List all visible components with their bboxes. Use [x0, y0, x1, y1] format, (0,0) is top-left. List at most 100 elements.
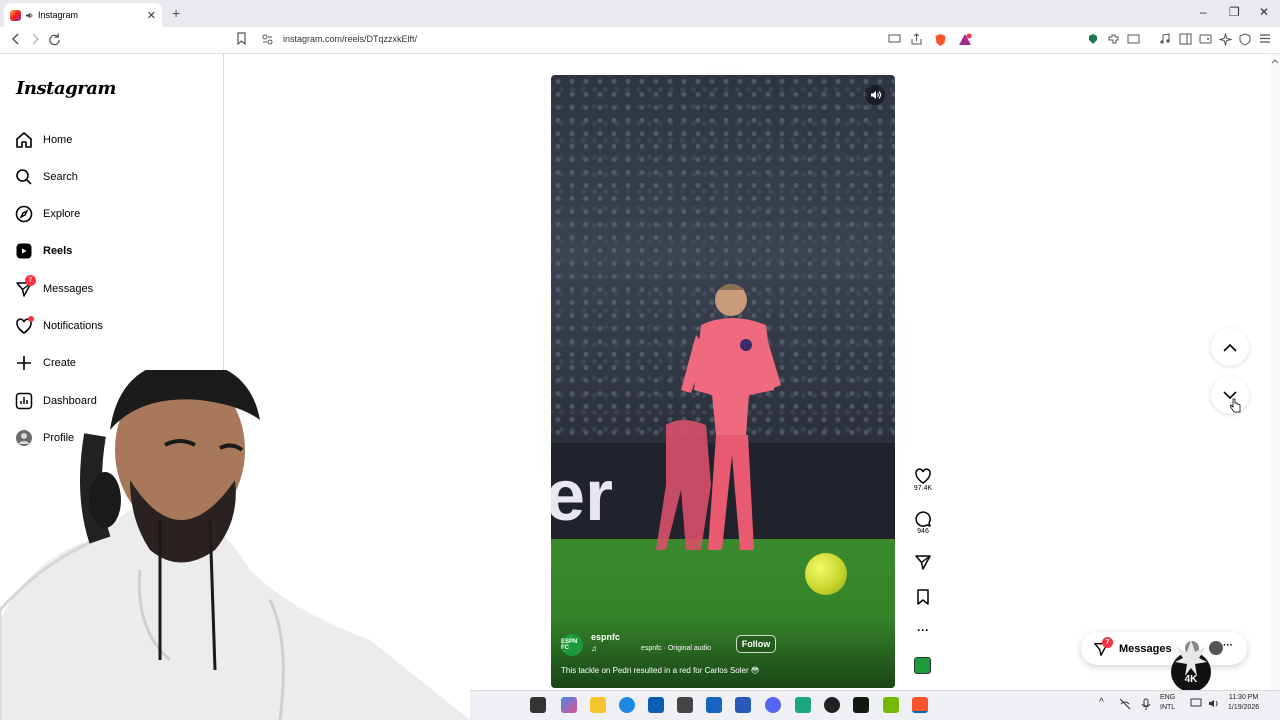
menu-icon[interactable] [1259, 33, 1273, 47]
sidebar-item-home[interactable]: Home [15, 129, 72, 151]
taskview-icon[interactable] [530, 697, 546, 713]
site-settings-icon[interactable] [262, 34, 273, 45]
back-icon[interactable] [10, 32, 22, 46]
sidebar-item-label: Notifications [43, 320, 103, 332]
reel-overlay-gradient [551, 618, 895, 688]
sidebar-item-label: Messages [43, 283, 94, 295]
obs-icon[interactable] [824, 697, 840, 713]
ad-board-text: er [551, 456, 614, 536]
language-indicator[interactable]: ENG INTL [1160, 693, 1175, 713]
sidebar-item-label: Create [43, 357, 77, 369]
more-options-icon[interactable]: ··· [912, 623, 934, 637]
follow-button[interactable]: Follow [736, 635, 776, 653]
bookmark-icon[interactable] [236, 32, 247, 45]
brave-taskbar-icon[interactable] [912, 697, 928, 713]
sidebar-item-reels[interactable]: Reels [15, 240, 72, 262]
comment-button[interactable]: 946 [912, 510, 934, 535]
reel-video[interactable]: er ESPN FC espnfc ♫ espnfc · Original au… [551, 75, 895, 688]
sidebar-item-label: Reels [43, 245, 73, 257]
account-avatar[interactable]: ESPN FC [561, 634, 583, 656]
language-bottom: INTL [1160, 704, 1176, 711]
volume-icon[interactable] [865, 85, 885, 105]
steam-icon[interactable] [677, 697, 693, 713]
sidebar-item-explore[interactable]: Explore [15, 203, 80, 225]
tab-strip: Instagram ✕ + – ❐ ✕ [0, 0, 1280, 27]
forward-icon[interactable] [29, 32, 41, 46]
like-button[interactable]: 97.4K [912, 467, 934, 492]
messages-badge: 7 [25, 275, 36, 286]
new-tab-button[interactable]: + [172, 5, 180, 21]
wallet-2-icon[interactable] [1199, 33, 1213, 47]
network-off-icon[interactable] [1119, 698, 1131, 710]
extensions-icon[interactable] [1107, 33, 1121, 47]
sidebar-item-search[interactable]: Search [15, 166, 78, 188]
sidebar-item-messages[interactable]: 7 Messages [15, 275, 94, 300]
media-icon[interactable] [1159, 33, 1173, 47]
address-bar: instagram.com/reels/DTqzzxkElft/ [0, 27, 1280, 54]
messages-pill-label: Messages [1119, 642, 1172, 655]
webcam-overlay [0, 370, 470, 720]
reload-icon[interactable] [48, 32, 61, 46]
players-figure [656, 284, 781, 550]
audio-thumbnail[interactable] [914, 657, 931, 674]
notification-dot [28, 316, 34, 322]
save-button[interactable] [912, 588, 934, 606]
bookmark-icon [912, 588, 934, 606]
instagram-favicon [10, 9, 21, 21]
store-icon[interactable] [648, 697, 664, 713]
minimize-icon[interactable]: – [1200, 5, 1207, 19]
editor-icon[interactable] [706, 697, 722, 713]
leo-ai-icon[interactable] [1219, 33, 1233, 47]
vpn-icon[interactable] [1088, 33, 1102, 47]
notes-icon[interactable] [795, 697, 811, 713]
restore-icon[interactable]: ❐ [1229, 5, 1240, 19]
instagram-logo[interactable]: Instagram [16, 78, 116, 99]
volume-tray-icon[interactable] [1208, 698, 1220, 709]
sidebar-item-label: Home [43, 134, 73, 146]
clock-time: 11:30 PM [1228, 694, 1259, 701]
screen-icon[interactable] [888, 33, 902, 47]
clock[interactable]: 11:30 PM 1/19/2026 [1228, 693, 1259, 713]
share-button[interactable] [912, 553, 934, 571]
tab-close-icon[interactable]: ✕ [147, 9, 156, 22]
send-icon [912, 553, 934, 571]
account-name[interactable]: espnfc [591, 632, 620, 642]
sidebar-item-notifications[interactable]: Notifications [15, 315, 103, 337]
wallet-icon[interactable] [1127, 33, 1141, 47]
brave-rewards-icon[interactable] [958, 33, 972, 47]
sidebar-item-label: Explore [43, 208, 81, 220]
reel-caption: This tackle on Pedri resulted in a red f… [561, 666, 760, 675]
tab-instagram[interactable]: Instagram ✕ [4, 3, 162, 27]
edge-icon[interactable] [619, 697, 635, 713]
compass-icon [15, 205, 33, 223]
messages-pill-badge: 7 [1102, 637, 1113, 648]
game-app-icon[interactable] [853, 697, 869, 713]
music-note-icon: ♫ [591, 644, 597, 653]
messages-pill[interactable]: 7 Messages ··· [1081, 632, 1247, 665]
share-icon[interactable] [910, 33, 924, 47]
language-top: ENG [1160, 694, 1176, 701]
url-field[interactable]: instagram.com/reels/DTqzzxkElft/ [283, 34, 417, 44]
speaker-icon[interactable] [25, 11, 34, 20]
file-explorer-icon[interactable] [590, 697, 606, 713]
sidebar-toggle-icon[interactable] [1179, 33, 1193, 47]
heart-icon [912, 467, 934, 485]
nvidia-icon[interactable] [883, 697, 899, 713]
microphone-icon[interactable] [1141, 698, 1151, 710]
mail-icon[interactable] [735, 697, 751, 713]
copilot-icon[interactable] [561, 697, 577, 713]
brave-shield-icon[interactable] [934, 33, 948, 47]
previous-reel-button[interactable] [1211, 328, 1249, 366]
vpn-shield-icon[interactable] [1239, 33, 1253, 47]
discord-icon[interactable] [765, 697, 781, 713]
scrollbar[interactable] [1270, 54, 1280, 690]
sidebar-item-label: Search [43, 171, 78, 183]
audio-label[interactable]: espnfc · Original audio [641, 645, 711, 652]
heart-icon [15, 316, 34, 335]
comment-count: 946 [917, 528, 929, 535]
reels-icon [15, 242, 33, 260]
window-close-icon[interactable]: ✕ [1259, 5, 1269, 19]
display-icon[interactable] [1190, 698, 1202, 709]
more-options-icon[interactable]: ··· [1223, 640, 1233, 651]
tray-chevron-up-icon[interactable]: ^ [1099, 698, 1104, 708]
